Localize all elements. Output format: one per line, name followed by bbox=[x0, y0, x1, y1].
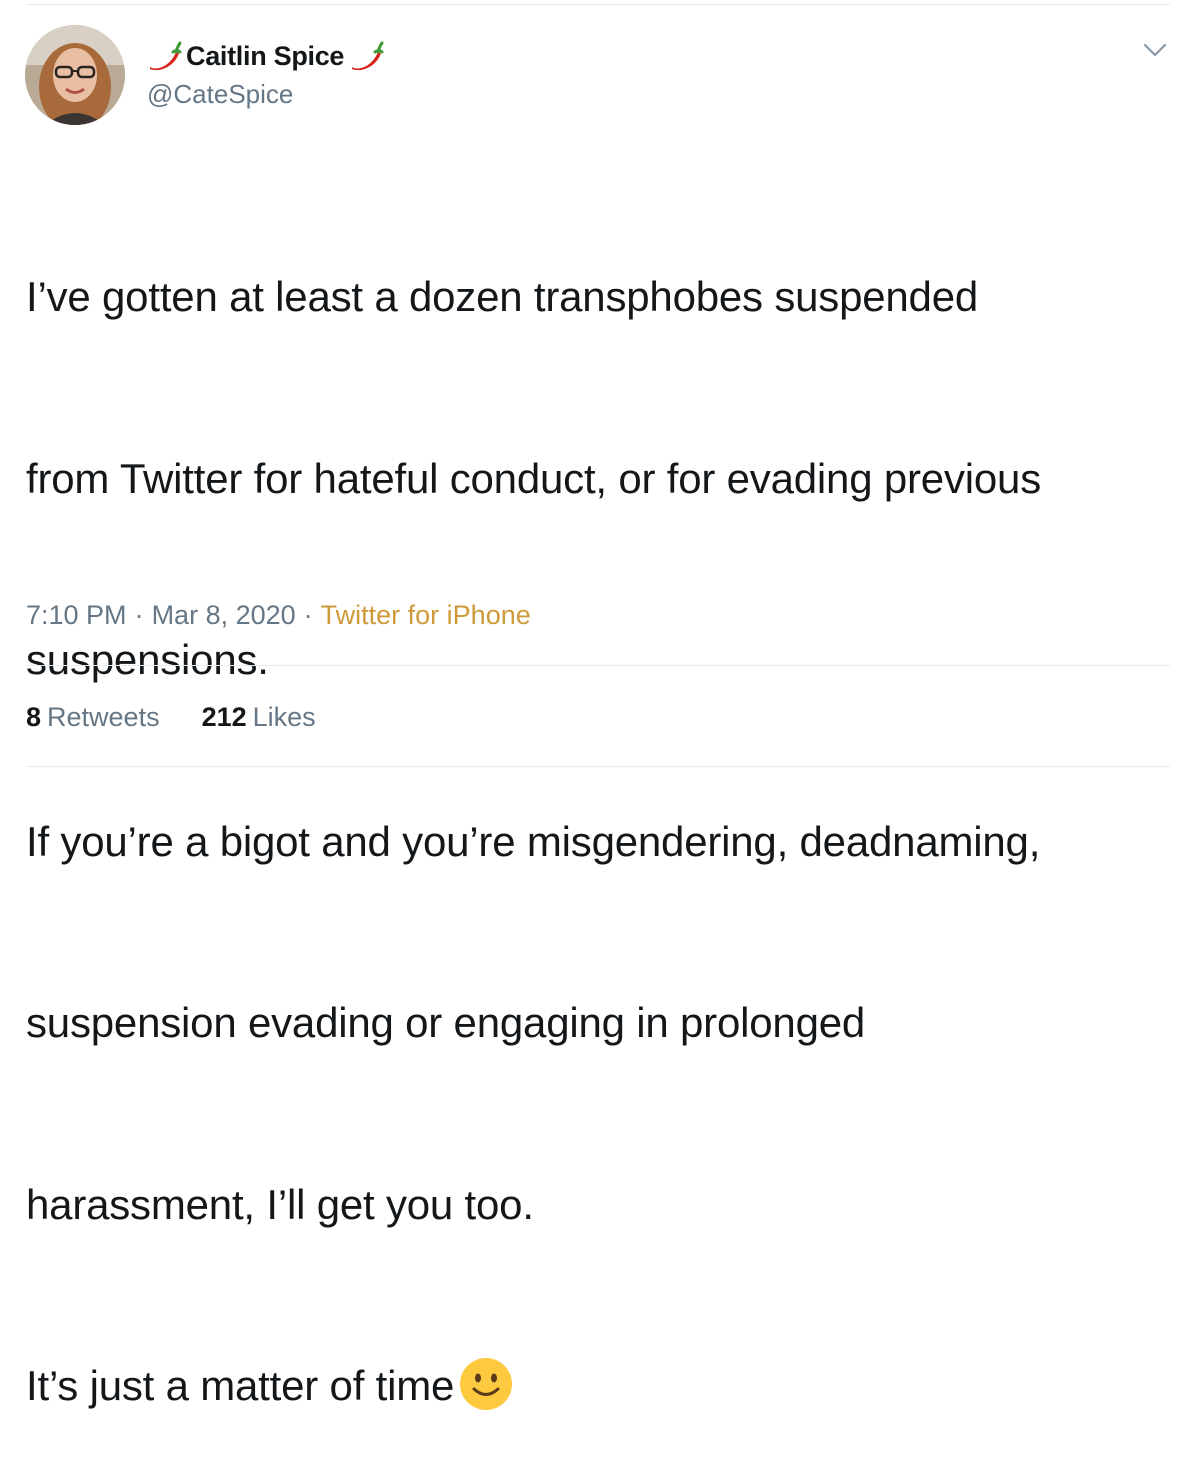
tweet-date[interactable]: Mar 8, 2020 bbox=[152, 600, 296, 631]
likes-count: 212 bbox=[201, 702, 247, 732]
retweets-stat[interactable]: 8 Retweets bbox=[26, 702, 160, 733]
author-name-row[interactable]: Caitlin Spice bbox=[146, 36, 384, 76]
display-name[interactable]: Caitlin Spice bbox=[186, 41, 344, 72]
tweet-text-last-line: It’s just a matter of time bbox=[26, 1356, 1186, 1417]
tweet-text-line: suspension evading or engaging in prolon… bbox=[26, 999, 866, 1046]
likes-stat[interactable]: 212 Likes bbox=[202, 702, 316, 733]
user-handle[interactable]: @CateSpice bbox=[147, 79, 293, 110]
tweet-text-line: suspensions. bbox=[26, 636, 269, 683]
hot-pepper-icon bbox=[348, 39, 384, 73]
meta-divider bbox=[26, 665, 1170, 666]
meta-separator: · bbox=[134, 600, 144, 630]
tweet-text: I’ve gotten at least a dozen transphobes… bbox=[26, 146, 1186, 1477]
avatar-photo bbox=[25, 25, 125, 125]
chevron-down-icon[interactable] bbox=[1142, 40, 1168, 60]
tweet-text-line: It’s just a matter of time bbox=[26, 1362, 455, 1409]
likes-label: Likes bbox=[252, 702, 316, 732]
retweets-count: 8 bbox=[26, 702, 42, 732]
hot-pepper-icon bbox=[146, 39, 182, 73]
meta-separator: · bbox=[303, 600, 313, 630]
tweet-time[interactable]: 7:10 PM bbox=[26, 600, 127, 631]
tweet-source-link[interactable]: Twitter for iPhone bbox=[321, 600, 531, 631]
avatar[interactable] bbox=[25, 25, 125, 125]
tweet-text-line: I’ve gotten at least a dozen transphobes… bbox=[26, 273, 979, 320]
bottom-divider bbox=[26, 766, 1170, 767]
retweets-label: Retweets bbox=[47, 702, 160, 732]
tweet-text-line: harassment, I’ll get you too. bbox=[26, 1180, 534, 1228]
tweet-meta: 7:10 PM · Mar 8, 2020 · Twitter for iPho… bbox=[26, 600, 531, 631]
tweet-text-line: If you’re a bigot and you’re misgenderin… bbox=[26, 817, 1041, 865]
slightly-smiling-face-icon bbox=[458, 1356, 514, 1412]
tweet-text-line: from Twitter for hateful conduct, or for… bbox=[26, 454, 1041, 502]
engagement-stats: 8 Retweets 212 Likes bbox=[26, 702, 316, 733]
top-divider bbox=[26, 4, 1170, 5]
